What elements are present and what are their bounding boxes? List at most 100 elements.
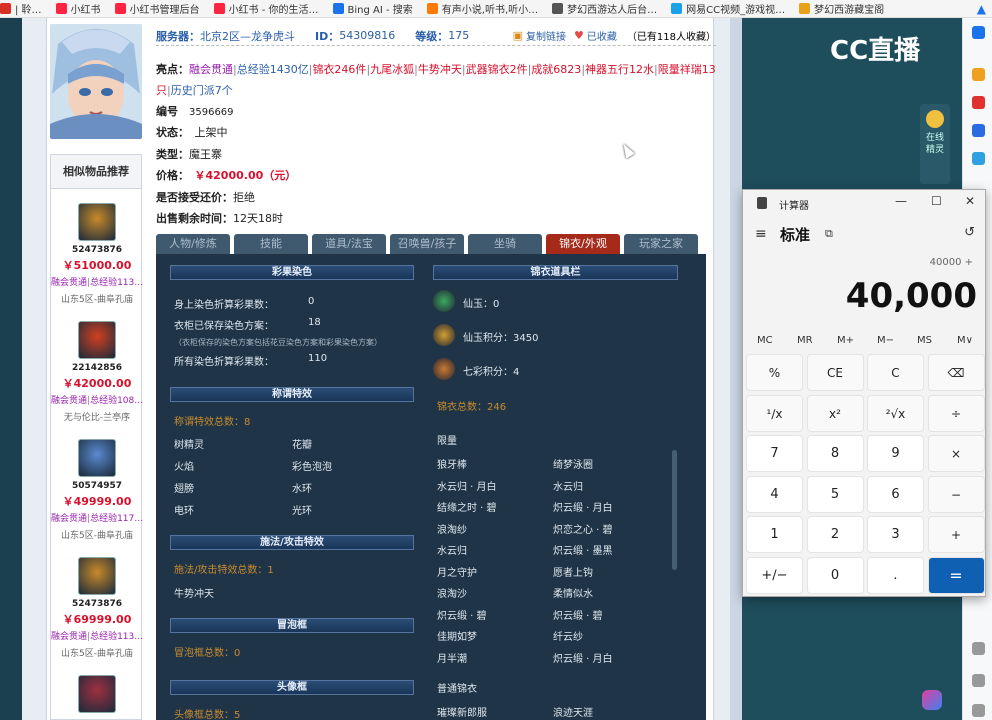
bookmark-favicon-icon	[671, 3, 683, 14]
similar-item[interactable]	[51, 675, 143, 713]
limited-jinyi-item: 结缘之时 · 碧	[437, 503, 497, 514]
currency-value: 仙玉：0	[463, 299, 500, 310]
avatar-frame-count: 头像框总数：5	[174, 710, 241, 720]
key-add-button[interactable]: +	[927, 516, 985, 553]
key-backspace-button[interactable]: ⌫	[927, 354, 985, 391]
panel-scrollbar[interactable]	[672, 450, 677, 570]
similar-item-server: 无与伦比-兰亭序	[63, 413, 131, 423]
memory-button-1[interactable]: MC	[757, 335, 773, 346]
tab-1[interactable]: 人物/修炼	[156, 234, 230, 254]
tools-icon[interactable]	[972, 68, 985, 81]
games-icon[interactable]	[972, 124, 985, 137]
similar-item[interactable]: 52473876 ￥69999.00 融会贯通|总经验113… 山东5区-曲阜孔庙	[51, 557, 143, 659]
tab-2[interactable]: 技能	[234, 234, 308, 254]
highlights-label: 亮点：	[156, 63, 189, 76]
key-square-button[interactable]: x²	[806, 394, 864, 432]
bookmark-label: 网易CC视频_游戏视…	[686, 5, 786, 16]
key-one-button[interactable]: 1	[746, 516, 803, 553]
id-label: ID：	[315, 29, 340, 43]
similar-item-thumbnail[interactable]	[78, 557, 116, 595]
key-multiply-button[interactable]: ×	[927, 435, 985, 472]
settings-icon[interactable]	[972, 704, 985, 717]
memory-button-4[interactable]: M−	[877, 335, 894, 346]
similar-items-panel: 相似物品推荐 52473876 ￥51000.00 融会贯通|总经验113… 山东5区…	[50, 154, 143, 720]
keep-on-top-icon[interactable]: ⧉	[825, 227, 833, 241]
key-clear-entry-button[interactable]: CE	[806, 354, 864, 391]
key-percent-button[interactable]: %	[746, 354, 803, 391]
bookmark-item[interactable]: 有声小说,听书,听小…	[426, 1, 538, 16]
currency-icon	[433, 324, 455, 346]
title-effect-item: 电环	[174, 506, 194, 517]
tab-4[interactable]: 召唤兽/孩子	[390, 234, 464, 254]
limited-jinyi-item: 柔情似水	[553, 589, 593, 600]
open-external-icon[interactable]	[972, 674, 985, 687]
key-square-root-button[interactable]: ²√x	[867, 394, 924, 432]
bookmark-item[interactable]: Bing AI - 搜索	[332, 1, 413, 16]
key-equals-button[interactable]: =	[927, 556, 985, 594]
bookmark-item[interactable]: 梦幻西游藏宝阁	[799, 1, 884, 16]
bookmark-item[interactable]: 梦幻西游达人后台…	[552, 1, 657, 16]
bookmark-item[interactable]: | 聆…	[0, 1, 42, 16]
key-clear-button[interactable]: C	[867, 354, 924, 391]
key-divide-button[interactable]: ÷	[927, 394, 985, 432]
key-subtract-button[interactable]: −	[927, 475, 985, 513]
similar-item-tag: 融会贯通	[51, 278, 88, 288]
maximize-button[interactable]: ☐	[931, 194, 942, 208]
tab-7[interactable]: 玩家之家	[624, 234, 698, 254]
favorited-button[interactable]: 已收藏	[587, 28, 617, 43]
appearance-panel: 彩果染色 身上染色折算彩果数： 0 衣柜已保存染色方案： 18 所有染色折算彩果数： 11…	[156, 254, 706, 720]
similar-item[interactable]: 52473876 ￥51000.00 融会贯通|总经验113… 山东5区-曲阜孔庙	[51, 203, 143, 305]
key-six-button[interactable]: 6	[867, 475, 924, 513]
shopping-icon[interactable]	[972, 96, 985, 109]
tab-3[interactable]: 道具/法宝	[312, 234, 386, 254]
copy-link-button[interactable]: 复制链接	[526, 28, 566, 43]
favorite-count: （已有118人收藏）	[626, 32, 716, 43]
notification-icon[interactable]	[972, 26, 985, 39]
key-two-button[interactable]: 2	[806, 516, 864, 553]
memory-button-5[interactable]: MS	[917, 335, 932, 346]
similar-item-thumbnail[interactable]	[78, 203, 116, 241]
title-effect-header: 称谓特效	[170, 387, 414, 402]
history-icon[interactable]: ↺	[964, 225, 975, 240]
bookmark-item[interactable]: 小红书 - 你的生活…	[213, 1, 319, 16]
tab-5[interactable]: 坐骑	[468, 234, 542, 254]
add-icon[interactable]	[972, 642, 985, 655]
title-effect-item: 翅膀	[174, 484, 194, 495]
bookmark-item[interactable]: 小红书	[55, 1, 101, 16]
similar-item-thumbnail[interactable]	[78, 321, 116, 359]
similar-item-price: ￥49999.00	[62, 495, 132, 508]
copilot-icon[interactable]	[972, 152, 985, 165]
brain-app-icon[interactable]	[922, 690, 942, 710]
key-seven-button[interactable]: 7	[746, 435, 803, 472]
key-five-button[interactable]: 5	[806, 475, 864, 513]
memory-button-6[interactable]: M∨	[957, 335, 973, 346]
similar-item-thumbnail[interactable]	[78, 675, 116, 713]
menu-icon[interactable]: ≡	[755, 226, 767, 242]
tab-6[interactable]: 锦衣/外观	[546, 234, 620, 254]
close-button[interactable]: ✕	[965, 194, 975, 208]
key-zero-button[interactable]: 0	[806, 556, 864, 594]
key-reciprocal-button[interactable]: ¹∕x	[746, 394, 803, 432]
key-negate-button[interactable]: +∕−	[746, 556, 803, 594]
bookmark-item[interactable]: 小红书管理后台	[114, 1, 200, 16]
minimize-button[interactable]: —	[895, 194, 907, 208]
key-eight-button[interactable]: 8	[806, 435, 864, 472]
similar-item[interactable]: 50574957 ￥49999.00 融会贯通|总经验117… 山东5区-曲阜孔庙	[51, 439, 143, 541]
memory-button-2[interactable]: MR	[797, 335, 813, 346]
bookmark-sync-icon[interactable]: ▲	[977, 2, 986, 16]
price-row: 价格： ￥42000.00（元）	[156, 169, 297, 182]
stream-side-widget[interactable]: 在线精灵	[920, 104, 950, 184]
similar-item[interactable]: 22142856 ￥42000.00 融会贯通|总经验108… 无与伦比-兰亭序	[51, 321, 143, 423]
key-three-button[interactable]: 3	[867, 516, 924, 553]
key-nine-button[interactable]: 9	[867, 435, 924, 472]
sprite-icon	[926, 110, 944, 128]
similar-item-thumbnail[interactable]	[78, 439, 116, 477]
bookmark-item[interactable]: 网易CC视频_游戏视…	[671, 1, 785, 16]
key-four-button[interactable]: 4	[746, 475, 803, 513]
highlight-tag: 成就6823	[531, 63, 582, 76]
limited-jinyi-item: 浪淘纱	[437, 524, 467, 536]
key-decimal-button[interactable]: .	[867, 556, 924, 594]
level-value: 175	[448, 29, 470, 42]
detail-tabs: 人物/修炼 技能 道具/法宝 召唤兽/孩子 坐骑 锦衣/外观 玩家之家	[156, 234, 706, 254]
memory-button-3[interactable]: M+	[837, 335, 854, 346]
